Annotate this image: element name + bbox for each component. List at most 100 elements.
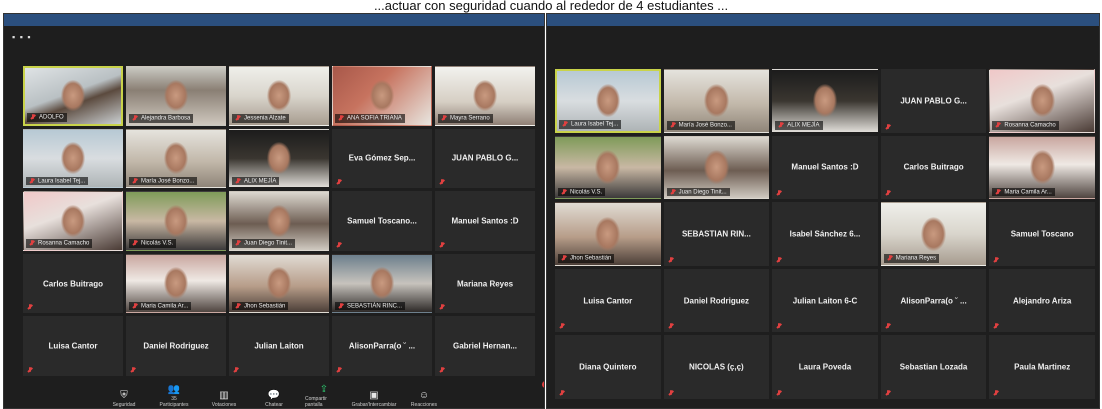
- participant-label-text: Jhon Sebastián: [244, 303, 286, 310]
- participant-tile[interactable]: Jhon Sebastián: [555, 202, 661, 266]
- mic-muted-icon: [559, 323, 565, 329]
- toolbar-button-chat[interactable]: 💬 4 Chatear: [255, 381, 544, 408]
- toolbar-button-record[interactable]: ▣ Grabar/Intercambiar: [352, 390, 397, 408]
- window-controls[interactable]: ▪ ▪ ▪: [12, 32, 32, 42]
- participant-tile[interactable]: ANA SOFIA TRIANA: [332, 66, 432, 126]
- toolbar-button-reactions[interactable]: ☺ Reacciones: [405, 390, 443, 408]
- mic-muted-icon: [776, 190, 782, 196]
- participant-tile[interactable]: ALIX MEJÍA: [229, 128, 329, 189]
- participant-tile[interactable]: Nicolás V.S.: [555, 135, 661, 200]
- participant-tile[interactable]: Luisa Cantor: [555, 268, 661, 333]
- participant-tile[interactable]: Maria Camila Ar...: [126, 253, 226, 314]
- participant-tile[interactable]: Daniel Rodriguez: [126, 316, 226, 376]
- participant-tile[interactable]: Maria Camila Ar...: [989, 135, 1095, 200]
- participant-tile[interactable]: Alejandro Ariza: [989, 268, 1095, 333]
- mic-muted-icon: [561, 188, 567, 195]
- mic-muted-icon: [30, 114, 36, 120]
- participant-tile[interactable]: Carlos Buitrago: [880, 135, 987, 200]
- participant-tile[interactable]: Rosanna Camacho: [989, 69, 1095, 133]
- participant-tile[interactable]: Manuel Santos :D: [772, 135, 878, 200]
- participant-tile[interactable]: Julian Laiton: [229, 316, 329, 376]
- toolbar-button-share-screen[interactable]: ⇪ Compartir pantalla: [305, 384, 343, 408]
- mic-muted-icon: [670, 122, 676, 128]
- participant-label-text: María José Bonzo...: [678, 122, 732, 129]
- gallery-grid-left: ADOLFO Alejandra Barbosa Jessenia Alzate AN…: [23, 66, 535, 376]
- participant-tile[interactable]: JUAN PABLO G...: [880, 69, 987, 133]
- mic-muted-icon: [29, 240, 35, 246]
- participant-label: Rosanna Camacho: [26, 239, 93, 248]
- mic-muted-icon: [235, 240, 241, 246]
- participant-label: Mayra Serrano: [438, 114, 493, 123]
- mic-muted-icon: [439, 241, 445, 248]
- participant-tile[interactable]: AlisonParra(o ˘ ...: [332, 316, 432, 376]
- participant-tile[interactable]: Nicolás V.S.: [126, 191, 226, 251]
- participant-tile[interactable]: Jessenia Alzate: [229, 66, 329, 126]
- shield-icon: ⛨: [120, 390, 128, 401]
- toolbar-button-label: Participantes: [159, 402, 189, 408]
- participant-label-text: SEBASTIÁN RINC...: [347, 303, 403, 310]
- participant-tile[interactable]: María José Bonzo...: [126, 128, 226, 189]
- participant-tile[interactable]: Laura Isabel Tej...: [555, 69, 661, 133]
- participant-tile[interactable]: NICOLAS (ç,ç): [663, 335, 770, 399]
- polls-icon: ▥: [219, 390, 229, 401]
- toolbar-button-label: Reacciones: [410, 402, 438, 408]
- mic-muted-icon: [885, 190, 891, 196]
- participant-tile[interactable]: Diana Quintero: [555, 335, 661, 399]
- participant-label-text: ADOLFO: [39, 114, 64, 121]
- participant-tile[interactable]: Mayra Serrano: [435, 66, 535, 126]
- toolbar-button-polls[interactable]: ▥ Votaciones: [205, 390, 243, 408]
- participant-tile[interactable]: Sebastian Lozada: [880, 335, 987, 399]
- participant-tile[interactable]: Alejandra Barbosa: [126, 66, 226, 126]
- participant-tile[interactable]: Daniel Rodriguez: [663, 268, 770, 333]
- participant-tile[interactable]: Mariana Reyes: [880, 202, 987, 266]
- participant-label: María José Bonzo...: [129, 176, 198, 186]
- mic-muted-icon: [439, 304, 445, 310]
- gallery-grid-right: Laura Isabel Tej... María José Bonzo... AL…: [555, 69, 1095, 399]
- participant-label: Maria Camila Ar...: [129, 301, 192, 311]
- participant-tile[interactable]: ADOLFO: [23, 66, 123, 126]
- participant-tile[interactable]: Laura Poveda: [772, 335, 878, 399]
- participant-tile[interactable]: SEBASTIAN RIN...: [663, 202, 770, 266]
- participant-tile[interactable]: JUAN PABLO G...: [435, 128, 535, 189]
- mic-muted-icon: [132, 115, 138, 121]
- participant-tile[interactable]: SEBASTIÁN RINC...: [332, 253, 432, 314]
- participant-label: ANA SOFIA TRIANA: [335, 114, 405, 123]
- participant-tile[interactable]: AlisonParra(o ˘ ...: [880, 268, 987, 333]
- participant-tile[interactable]: Samuel Toscano: [989, 202, 1095, 266]
- participant-label: Laura Isabel Tej...: [26, 176, 89, 186]
- meeting-toolbar: ⛨Seguridad 👥35Participantes ▥Votaciones 💬 4 C…: [4, 381, 544, 408]
- participant-label: Jhon Sebastián: [232, 301, 289, 311]
- participant-tile[interactable]: Juan Diego Tinit...: [663, 135, 770, 200]
- participant-tile[interactable]: Gabriel Hernan...: [435, 316, 535, 376]
- participant-tile[interactable]: Carlos Buitrago: [23, 253, 123, 314]
- toolbar-button-participants[interactable]: 👥 35 Participantes: [155, 384, 193, 408]
- toolbar-button-label: Votaciones: [211, 402, 237, 408]
- participant-tile[interactable]: Laura Isabel Tej...: [23, 128, 123, 189]
- participant-tile[interactable]: Paula Martinez: [989, 335, 1095, 399]
- participant-tile[interactable]: Manuel Santos :D: [435, 191, 535, 251]
- toolbar-button-shield[interactable]: ⛨ Seguridad: [105, 390, 143, 408]
- participant-tile[interactable]: Isabel Sánchez 6...: [772, 202, 878, 266]
- participant-label: Juan Diego Tinit...: [232, 239, 296, 248]
- participant-tile[interactable]: Juan Diego Tinit...: [229, 191, 329, 251]
- mic-muted-icon: [885, 123, 891, 130]
- mic-muted-icon: [885, 389, 891, 396]
- participant-tile[interactable]: María José Bonzo...: [663, 69, 770, 133]
- meeting-window-left: ▪ ▪ ▪ ADOLFO Alejandra Barbosa Jessenia Al…: [3, 13, 545, 409]
- participant-label: ALIX MEJÍA: [232, 176, 280, 186]
- mic-muted-icon: [439, 366, 445, 373]
- mic-muted-icon: [439, 179, 445, 185]
- participant-tile[interactable]: Samuel Toscano...: [332, 191, 432, 251]
- participant-label-text: ANA SOFIA TRIANA: [347, 115, 402, 122]
- participant-label-text: Laura Isabel Tej...: [571, 121, 619, 128]
- participant-tile[interactable]: Rosanna Camacho: [23, 191, 123, 251]
- mic-muted-icon: [885, 323, 891, 329]
- participant-tile[interactable]: Eva Gómez Sep...: [332, 128, 432, 189]
- participant-tile[interactable]: ALIX MEJÍA: [772, 69, 878, 133]
- participant-label: SEBASTIÁN RINC...: [335, 301, 406, 311]
- participant-tile[interactable]: Mariana Reyes: [435, 253, 535, 314]
- participant-name: Carlos Buitrago: [903, 162, 964, 172]
- participant-tile[interactable]: Luisa Cantor: [23, 316, 123, 376]
- participant-tile[interactable]: Jhon Sebastián: [229, 253, 329, 314]
- participant-tile[interactable]: Julian Laiton 6-C: [772, 268, 878, 333]
